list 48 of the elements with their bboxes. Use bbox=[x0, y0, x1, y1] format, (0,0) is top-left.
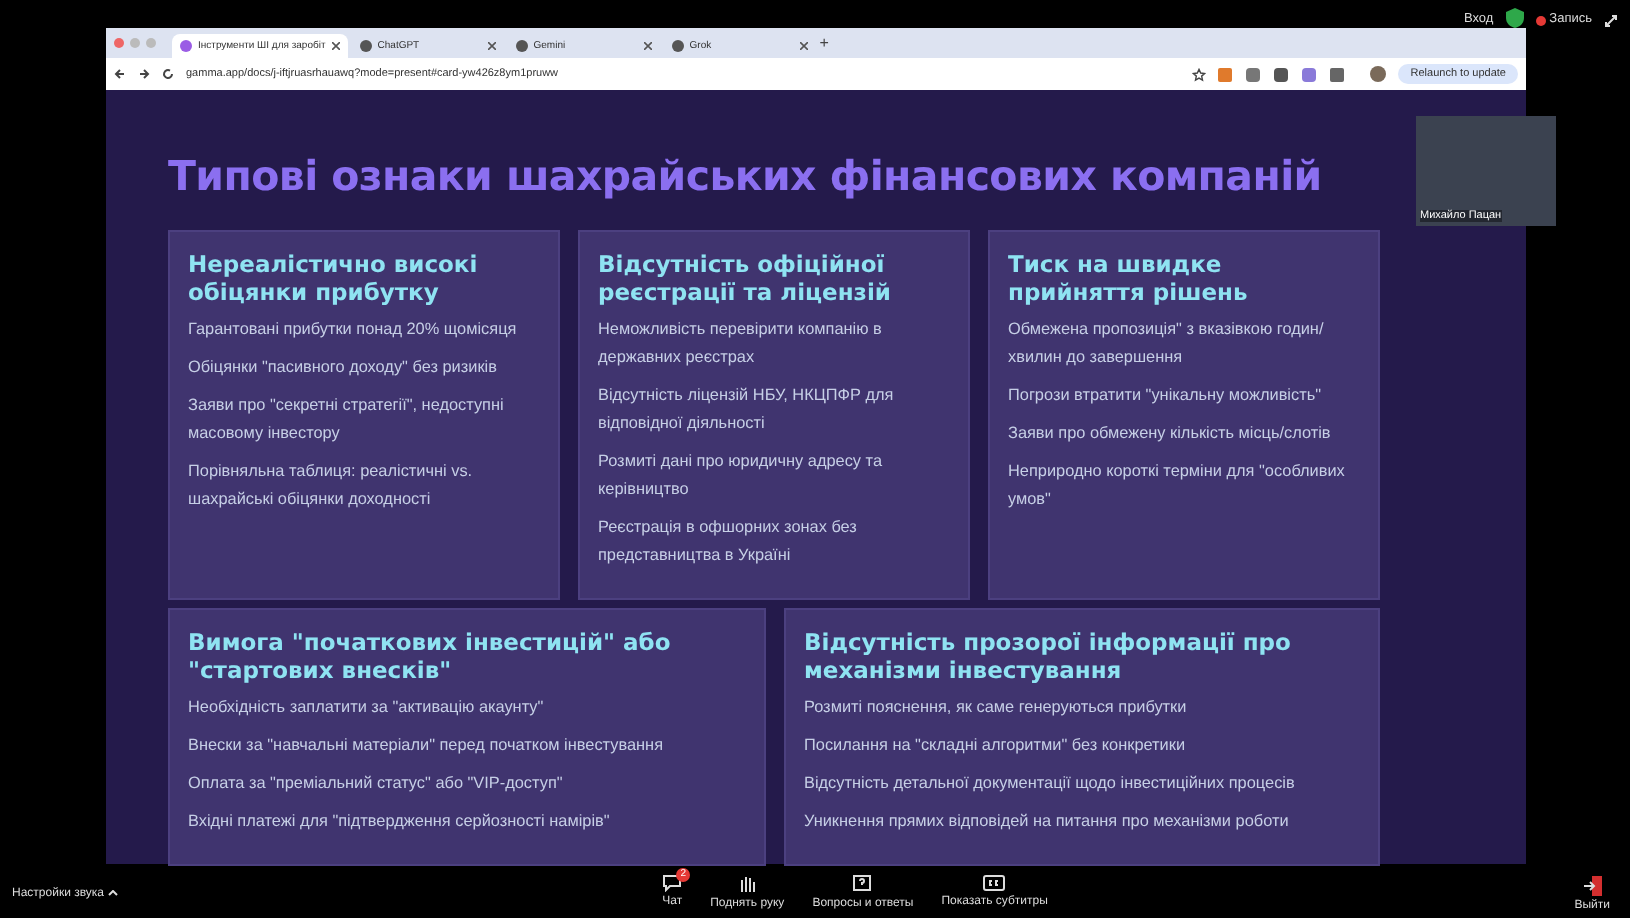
caret-icon bbox=[107, 890, 118, 896]
card-item: Обмежена пропозиція" з вказівкою годин/хвилин до завершення bbox=[1008, 318, 1326, 370]
card-item: Заяви про обмежену кількість місць/слотів bbox=[1008, 422, 1333, 446]
card-item: Неприродно короткі терміни для "особливих умов" bbox=[1008, 460, 1347, 512]
captions-icon bbox=[982, 873, 1007, 891]
card-heading: Тиск на швидке прийняття рішень bbox=[1008, 250, 1250, 306]
site-icon bbox=[671, 40, 684, 52]
card-item: Обіцянки "пасивного доходу" без ризиків bbox=[188, 356, 499, 380]
card-item: Реєстрація в офшорних зонах без представництва в Україні bbox=[598, 516, 859, 568]
shield-icon bbox=[1505, 8, 1524, 28]
card-item: Вхідні платежі для "підтвердження серйозності намірів" bbox=[188, 810, 612, 834]
card-item: Уникнення прямих відповідей на питання про механізми роботи bbox=[804, 810, 1291, 834]
card-heading: Відсутність офіційної реєстрації та ліцензій bbox=[598, 250, 893, 306]
recording-dot-icon bbox=[1535, 15, 1546, 25]
reload-icon[interactable] bbox=[162, 68, 174, 80]
site-icon bbox=[515, 40, 528, 52]
card-item: Необхідність заплатити за "активацію акаунту" bbox=[188, 696, 546, 720]
forward-icon[interactable] bbox=[138, 68, 150, 80]
card-item: Гарантовані прибутки понад 20% щомісяця bbox=[188, 318, 519, 342]
star-icon[interactable] bbox=[1192, 67, 1207, 81]
card-item: Посилання на "складні алгоритми" без конкретики bbox=[804, 734, 1188, 758]
new-tab-button[interactable]: + bbox=[819, 34, 829, 52]
collapse-icon[interactable] bbox=[1604, 14, 1618, 28]
close-icon[interactable] bbox=[331, 42, 340, 50]
site-icon bbox=[180, 40, 192, 52]
site-icon bbox=[359, 40, 372, 52]
card-item: Розмиті дані про юридичну адресу та керівництво bbox=[598, 450, 885, 502]
card-item: Погрози втратити "унікальну можливість" bbox=[1008, 384, 1324, 408]
close-icon[interactable] bbox=[487, 42, 496, 50]
card-item: Відсутність детальної документації щодо інвестиційних процесів bbox=[804, 772, 1297, 796]
card-heading: Відсутність прозорої інформації про механізми інвестування bbox=[804, 628, 1293, 684]
exit-icon bbox=[1583, 876, 1602, 896]
card-heading: Нереалістично високі обіцянки прибутку bbox=[188, 250, 480, 306]
card-heading: Вимога "початкових інвестицій" або "стартових внесків" bbox=[188, 628, 673, 684]
card-item: Заяви про "секретні стратегії", недоступні масовому інвестору bbox=[188, 394, 506, 446]
card-item: Неможливість перевірити компанію в державних реєстрах bbox=[598, 318, 884, 370]
card-item: Оплата за "преміальний статус" або "VIP-доступ" bbox=[188, 772, 565, 796]
chat-icon bbox=[662, 873, 683, 891]
back-icon[interactable] bbox=[114, 68, 126, 80]
slide-title: Типові ознаки шахрайських фінансових компаній bbox=[168, 150, 1324, 204]
avatar-icon[interactable] bbox=[1370, 66, 1387, 82]
card-item: Внески за "навчальні матеріали" перед початком інвестування bbox=[188, 734, 666, 758]
card-item: Відсутність ліцензій НБУ, НКЦПФР для відповідної діяльності bbox=[598, 384, 896, 436]
card-item: Порівняльна таблиця: реалістичні vs. шахрайські обіцянки доходності bbox=[188, 460, 475, 512]
card-item: Розмиті пояснення, як саме генеруються прибутки bbox=[804, 696, 1189, 720]
question-icon bbox=[852, 873, 873, 893]
close-icon[interactable] bbox=[799, 42, 808, 50]
close-icon[interactable] bbox=[643, 42, 652, 50]
